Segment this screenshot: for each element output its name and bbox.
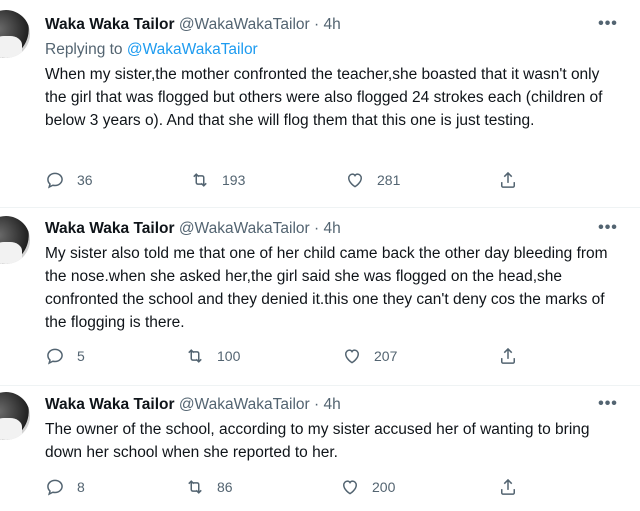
author-name[interactable]: Waka Waka Tailor: [45, 220, 175, 237]
retweet-count: 193: [222, 172, 246, 188]
tweet-header: Waka Waka Tailor @WakaWakaTailor · 4h: [45, 394, 341, 416]
separator-dot: ·: [314, 16, 320, 33]
like-button[interactable]: 200: [340, 475, 395, 499]
tweet-text: When my sister,the mother confronted the…: [45, 66, 603, 129]
reply-button[interactable]: 8: [45, 475, 85, 499]
replying-to-label: Replying to: [45, 41, 127, 58]
avatar[interactable]: [0, 392, 30, 440]
author-handle[interactable]: @WakaWakaTailor: [179, 16, 310, 33]
like-count: 207: [374, 348, 398, 364]
reply-count: 8: [77, 479, 85, 495]
more-options-icon[interactable]: •••: [598, 396, 618, 417]
tweet-header: Waka Waka Tailor @WakaWakaTailor · 4h: [45, 14, 341, 36]
reply-icon: [47, 479, 63, 496]
author-handle[interactable]: @WakaWakaTailor: [179, 396, 310, 413]
like-count: 281: [377, 172, 401, 188]
heart-icon: [344, 349, 360, 364]
heart-icon: [342, 480, 358, 495]
like-count: 200: [372, 479, 396, 495]
share-icon: [501, 347, 515, 364]
timestamp[interactable]: 4h: [323, 396, 340, 413]
tweet-2[interactable]: Waka Waka Tailor @WakaWakaTailor · 4h ••…: [0, 208, 640, 386]
avatar[interactable]: [0, 216, 30, 264]
share-button[interactable]: [498, 344, 518, 368]
tweet-1[interactable]: Waka Waka Tailor @WakaWakaTailor · 4h ••…: [0, 0, 640, 208]
reply-icon: [47, 348, 63, 365]
author-name[interactable]: Waka Waka Tailor: [45, 16, 175, 33]
timestamp[interactable]: 4h: [323, 220, 340, 237]
tweet-3[interactable]: Waka Waka Tailor @WakaWakaTailor · 4h ••…: [0, 386, 640, 511]
reply-icon: [47, 172, 63, 189]
more-options-icon[interactable]: •••: [598, 16, 618, 37]
avatar[interactable]: [0, 10, 30, 58]
retweet-icon: [188, 349, 202, 363]
heart-icon: [347, 173, 363, 188]
reply-button[interactable]: 5: [45, 344, 85, 368]
tweet-actions: 36 193 281: [0, 168, 640, 192]
share-button[interactable]: [498, 168, 518, 192]
replying-to-handle-link[interactable]: @WakaWakaTailor: [127, 41, 258, 58]
retweet-button[interactable]: 193: [190, 168, 245, 192]
tweet-text: The owner of the school, according to my…: [45, 421, 590, 461]
retweet-count: 100: [217, 348, 241, 364]
retweet-button[interactable]: 86: [185, 475, 233, 499]
share-icon: [501, 478, 515, 495]
tweet-actions: 5 100 207: [0, 344, 640, 368]
author-name[interactable]: Waka Waka Tailor: [45, 396, 175, 413]
timestamp[interactable]: 4h: [323, 16, 340, 33]
reply-button[interactable]: 36: [45, 168, 93, 192]
tweet-actions: 8 86 200: [0, 475, 640, 499]
author-handle[interactable]: @WakaWakaTailor: [179, 220, 310, 237]
more-options-icon[interactable]: •••: [598, 220, 618, 241]
separator-dot: ·: [314, 220, 320, 237]
retweet-icon: [193, 173, 207, 187]
like-button[interactable]: 281: [345, 168, 400, 192]
tweet-header: Waka Waka Tailor @WakaWakaTailor · 4h: [45, 218, 341, 240]
retweet-count: 86: [217, 479, 233, 495]
tweet-text: My sister also told me that one of her c…: [45, 245, 608, 331]
replying-to: Replying to @WakaWakaTailor: [45, 40, 258, 60]
share-icon: [501, 171, 515, 188]
reply-count: 5: [77, 348, 85, 364]
separator-dot: ·: [314, 396, 320, 413]
like-button[interactable]: 207: [342, 344, 397, 368]
retweet-button[interactable]: 100: [185, 344, 240, 368]
retweet-icon: [188, 480, 202, 494]
reply-count: 36: [77, 172, 93, 188]
share-button[interactable]: [498, 475, 518, 499]
